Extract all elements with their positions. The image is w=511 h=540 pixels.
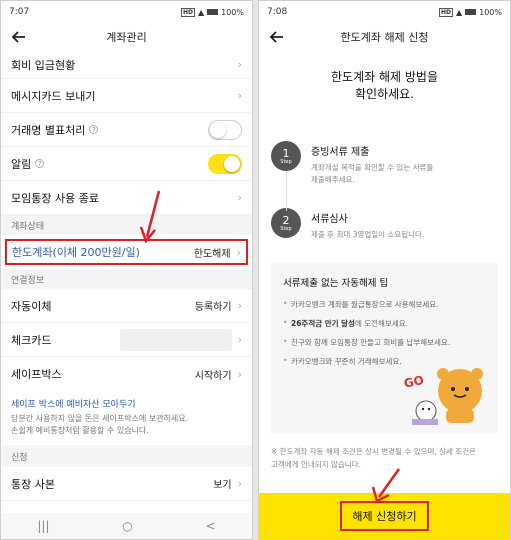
chevron-right-icon: › — [237, 367, 242, 381]
limit-row-wrap: 한도계좌(이체 200만원/일) 한도해제 › — [1, 235, 252, 269]
headline: 한도계좌 해제 방법을 확인하세요. — [259, 69, 510, 103]
status-icons: HD ▲ 100% — [180, 7, 244, 17]
row-action: 등록하기 — [194, 302, 232, 313]
row-label: 체크카드 — [11, 333, 52, 347]
go-sticker-text: GO — [403, 373, 426, 391]
notice-line-2: 고객에게 안내되지 않습니다. — [271, 460, 361, 469]
notice-line-1: ※ 한도계좌 자동 해제 조건은 상시 변경될 수 있으며, 상세 조건은 — [271, 447, 477, 456]
home-icon[interactable]: ○ — [122, 519, 132, 533]
row-label: 통장 사본 — [11, 477, 55, 491]
tip-item: 친구와 함께 모임통장 만들고 회비를 납부해보세요. — [283, 337, 486, 348]
row-auto-transfer[interactable]: 자동이체 등록하기 › — [1, 289, 252, 323]
step-1: 1 Step 증빙서류 제출 계좌개설 목적을 확인할 수 있는 서류를 제출해주… — [271, 141, 510, 186]
safe-box-desc-2: 손쉽게 예비통장처럼 활용할 수 있습니다. — [11, 426, 149, 435]
step-desc: 제출해주세요. — [311, 175, 355, 184]
row-action: 시작하기 — [194, 370, 232, 382]
row-notifications: 알림? — [1, 147, 252, 181]
release-request-button[interactable]: 해제 신청하기 — [259, 493, 510, 539]
headline-line-1: 한도계좌 해제 방법을 — [331, 70, 438, 84]
status-time: 7:07 — [9, 7, 30, 17]
hd-icon: HD — [180, 7, 195, 17]
row-label: 세이프박스 — [11, 368, 62, 381]
section-header: 신청 — [1, 445, 252, 467]
row-account-copy[interactable]: 통장 사본 보기 › — [1, 467, 252, 501]
row-check-card[interactable]: 체크카드 › — [1, 323, 252, 357]
step-title: 서류심사 — [311, 214, 348, 225]
tips-heading: 서류제출 없는 자동해제 팁 — [283, 278, 389, 289]
left-screen: 7:07 HD ▲ 100% 계좌관리 회비 입금현황 › 메시지카드 보내기 … — [0, 0, 253, 540]
row-safe-box[interactable]: 세이프박스 시작하기 › — [1, 357, 252, 391]
release-request-label: 해제 신청하기 — [340, 501, 429, 531]
step-connector — [286, 171, 287, 211]
tip-item: 26주적금 만기 달성에 도전해보세요. — [283, 318, 486, 329]
step-badge: 2 Step — [271, 208, 301, 238]
tip-item: 카카오뱅크 계좌를 월급통장으로 사용해보세요. — [283, 299, 486, 310]
row-fee-status[interactable]: 회비 입금현황 › — [1, 51, 252, 79]
redacted-card-info — [119, 328, 232, 351]
status-time: 7:08 — [267, 7, 288, 17]
safe-box-promo: 세이프 박스에 예비자산 모아두기 당분간 사용하지 않을 돈은 세이프박스에 … — [1, 391, 252, 445]
chevron-right-icon: › — [237, 477, 242, 490]
battery-icon — [465, 9, 477, 15]
ryan-character-icon: GO — [403, 368, 483, 425]
auto-release-tips: 서류제출 없는 자동해제 팁 카카오뱅크 계좌를 월급통장으로 사용해보세요. … — [271, 263, 498, 433]
headline-line-2: 확인하세요. — [354, 87, 414, 101]
step-badge: 1 Step — [271, 141, 301, 171]
chevron-right-icon: › — [237, 89, 242, 102]
page-title: 한도계좌 해제 신청 — [340, 31, 429, 44]
recent-apps-icon[interactable]: ||| — [37, 519, 49, 533]
row-star-transactions: 거래명 별표처리? — [1, 113, 252, 147]
row-label: 자동이체 — [11, 299, 52, 313]
chevron-right-icon: › — [236, 245, 241, 259]
battery-level: 100% — [221, 7, 244, 17]
row-limit-account[interactable]: 한도계좌(이체 200만원/일) 한도해제 › — [5, 239, 248, 265]
status-icons: HD ▲ 100% — [438, 7, 502, 17]
notice: ※ 한도계좌 자동 해제 조건은 상시 변경될 수 있으며, 상세 조건은 고객… — [259, 433, 510, 483]
back-arrow-icon[interactable] — [9, 27, 29, 47]
safe-box-link[interactable]: 세이프 박스에 예비자산 모아두기 — [11, 399, 242, 411]
step-2: 2 Step 서류심사 제출 후 최대 3영업일이 소요됩니다. — [271, 208, 510, 241]
row-label: 모임통장 사용 종료 — [11, 191, 99, 205]
signal-icon: ▲ — [197, 7, 205, 17]
row-action: 보기 — [213, 480, 232, 491]
limit-account-label: 한도계좌(이체 200만원/일) — [12, 246, 140, 259]
row-label: 메시지카드 보내기 — [11, 89, 96, 103]
steps: 1 Step 증빙서류 제출 계좌개설 목적을 확인할 수 있는 서류를 제출해주… — [271, 141, 510, 241]
app-bar: 한도계좌 해제 신청 — [259, 23, 510, 51]
chevron-right-icon: › — [237, 299, 242, 312]
help-icon[interactable]: ? — [89, 125, 99, 134]
hd-icon: HD — [438, 7, 453, 17]
signal-icon: ▲ — [455, 7, 463, 17]
status-bar: 7:07 HD ▲ 100% — [1, 1, 252, 23]
star-toggle[interactable] — [208, 119, 242, 140]
section-header: 연결정보 — [1, 269, 252, 289]
right-screen: 7:08 HD ▲ 100% 한도계좌 해제 신청 한도계좌 해제 방법을 확인… — [258, 0, 511, 540]
section-header: 계좌상태 — [1, 215, 252, 235]
app-bar: 계좌관리 — [1, 23, 252, 51]
nav-back-icon[interactable]: < — [206, 519, 216, 533]
row-end-group-account[interactable]: 모임통장 사용 종료 › — [1, 181, 252, 215]
battery-level: 100% — [479, 7, 502, 17]
step-title: 증빙서류 제출 — [311, 147, 370, 158]
row-message-card[interactable]: 메시지카드 보내기 › — [1, 79, 252, 113]
notification-toggle[interactable] — [208, 153, 242, 174]
system-nav-bar: ||| ○ < — [1, 513, 252, 539]
status-bar: 7:08 HD ▲ 100% — [259, 1, 510, 23]
chevron-right-icon: › — [237, 333, 242, 346]
limit-release-link[interactable]: 한도해제 — [194, 245, 231, 260]
row-label: 알림 — [11, 157, 32, 171]
row-label: 거래명 별표처리 — [11, 123, 86, 137]
page-title: 계좌관리 — [106, 31, 147, 44]
back-arrow-icon[interactable] — [267, 27, 287, 47]
chevron-right-icon: › — [237, 191, 242, 204]
step-desc: 제출 후 최대 3영업일이 소요됩니다. — [311, 230, 425, 239]
row-label: 회비 입금현황 — [11, 58, 76, 72]
step-desc: 계좌개설 목적을 확인할 수 있는 서류를 — [311, 163, 434, 172]
help-icon[interactable]: ? — [35, 159, 45, 168]
safe-box-desc-1: 당분간 사용하지 않을 돈은 세이프박스에 보관하세요. — [11, 414, 189, 423]
chevron-right-icon: › — [237, 58, 242, 71]
battery-icon — [207, 9, 219, 15]
